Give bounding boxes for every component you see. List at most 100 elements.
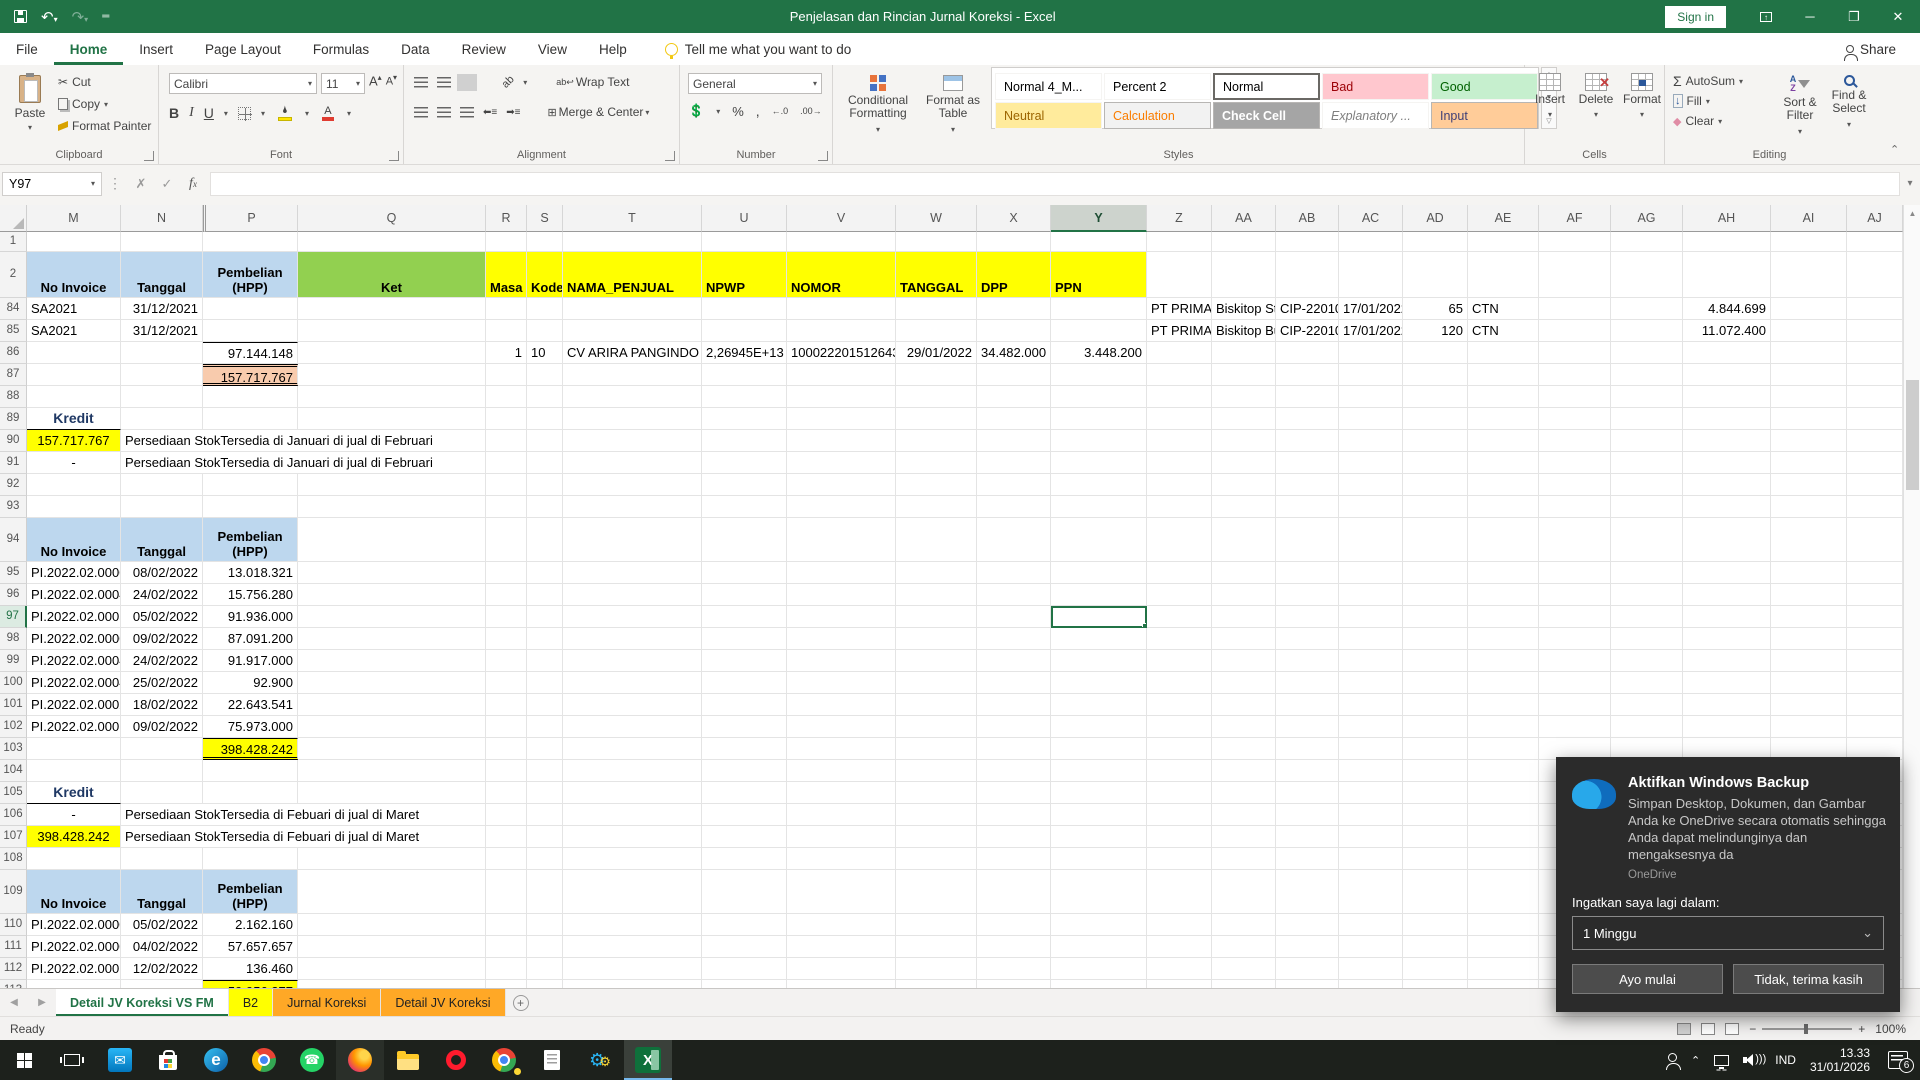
accounting-format-button[interactable]: 💲	[688, 103, 704, 119]
cell-AE97[interactable]	[1468, 606, 1539, 628]
alignment-dialog-launcher[interactable]	[665, 151, 675, 161]
cell-N91[interactable]: Persediaan StokTersedia di Januari di ju…	[121, 452, 486, 474]
cell-AE89[interactable]	[1468, 408, 1539, 430]
cell-W96[interactable]	[896, 584, 977, 606]
cell-AE110[interactable]	[1468, 914, 1539, 936]
cell-X103[interactable]	[977, 738, 1051, 760]
page-break-view-button[interactable]	[1725, 1022, 1740, 1035]
cell-AB87[interactable]	[1276, 364, 1339, 386]
cell-Y110[interactable]	[1051, 914, 1147, 936]
cell-Z1[interactable]	[1147, 232, 1212, 252]
cell-W88[interactable]	[896, 386, 977, 408]
cell-R91[interactable]	[486, 452, 527, 474]
conditional-formatting-button[interactable]: Conditional Formatting ▾	[839, 67, 917, 136]
cell-N88[interactable]	[121, 386, 203, 408]
cell-Q110[interactable]	[298, 914, 486, 936]
column-header-X[interactable]: X	[977, 205, 1051, 232]
delete-cells-button[interactable]: ✕ Delete ▾	[1573, 65, 1619, 121]
cell-V110[interactable]	[787, 914, 896, 936]
align-bottom-button[interactable]	[460, 76, 474, 88]
zoom-out-button[interactable]: −	[1749, 1022, 1756, 1036]
cell-AA103[interactable]	[1212, 738, 1276, 760]
tell-me-box[interactable]: Tell me what you want to do	[664, 42, 851, 59]
row-header-99[interactable]: 99	[0, 650, 27, 672]
cell-U97[interactable]	[702, 606, 787, 628]
cell-S101[interactable]	[527, 694, 563, 716]
cell-P86[interactable]: 97.144.148	[203, 342, 298, 364]
cell-V87[interactable]	[787, 364, 896, 386]
ribbon-display-options-button[interactable]: ↑	[1744, 0, 1788, 33]
cell-V107[interactable]	[787, 826, 896, 848]
cell-AA112[interactable]	[1212, 958, 1276, 980]
cell-AC84[interactable]: 17/01/2022	[1339, 298, 1403, 320]
cell-U92[interactable]	[702, 474, 787, 496]
cell-W92[interactable]	[896, 474, 977, 496]
cell-AA109[interactable]	[1212, 870, 1276, 914]
wrap-text-button[interactable]: ab↩ Wrap Text	[553, 73, 632, 91]
row-header-94[interactable]: 94	[0, 518, 27, 562]
cell-Z112[interactable]	[1147, 958, 1212, 980]
cell-AC89[interactable]	[1339, 408, 1403, 430]
cell-AE90[interactable]	[1468, 430, 1539, 452]
cell-AE2[interactable]	[1468, 252, 1539, 298]
cell-W110[interactable]	[896, 914, 977, 936]
cell-U103[interactable]	[702, 738, 787, 760]
cell-Q92[interactable]	[298, 474, 486, 496]
cell-AB96[interactable]	[1276, 584, 1339, 606]
cell-AF85[interactable]	[1539, 320, 1611, 342]
cell-U101[interactable]	[702, 694, 787, 716]
cell-Y109[interactable]	[1051, 870, 1147, 914]
cell-M112[interactable]: PI.2022.02.00010	[27, 958, 121, 980]
cell-AD92[interactable]	[1403, 474, 1468, 496]
cell-X85[interactable]	[977, 320, 1051, 342]
cell-N113[interactable]	[121, 980, 203, 988]
cell-AB101[interactable]	[1276, 694, 1339, 716]
cell-T109[interactable]	[563, 870, 702, 914]
cell-AB89[interactable]	[1276, 408, 1339, 430]
cell-AD105[interactable]	[1403, 782, 1468, 804]
cell-U99[interactable]	[702, 650, 787, 672]
cell-N109[interactable]: Tanggal	[121, 870, 203, 914]
cell-P88[interactable]	[203, 386, 298, 408]
cell-AF92[interactable]	[1539, 474, 1611, 496]
cell-Y96[interactable]	[1051, 584, 1147, 606]
align-center-button[interactable]	[437, 106, 451, 118]
cell-AD96[interactable]	[1403, 584, 1468, 606]
cell-U89[interactable]	[702, 408, 787, 430]
cell-P110[interactable]: 2.162.160	[203, 914, 298, 936]
clear-button[interactable]: ◆ Clear ▾	[1673, 111, 1743, 131]
cell-X112[interactable]	[977, 958, 1051, 980]
cell-AF98[interactable]	[1539, 628, 1611, 650]
cell-P94[interactable]: Pembelian (HPP)	[203, 518, 298, 562]
taskbar-chrome-icon[interactable]	[240, 1040, 288, 1080]
row-header-110[interactable]: 110	[0, 914, 27, 936]
column-header-Y[interactable]: Y	[1051, 205, 1147, 232]
cell-AI91[interactable]	[1771, 452, 1847, 474]
cell-S105[interactable]	[527, 782, 563, 804]
cell-Y88[interactable]	[1051, 386, 1147, 408]
cell-T113[interactable]	[563, 980, 702, 988]
cell-Y102[interactable]	[1051, 716, 1147, 738]
cell-R92[interactable]	[486, 474, 527, 496]
cell-X109[interactable]	[977, 870, 1051, 914]
row-header-102[interactable]: 102	[0, 716, 27, 738]
sheet-nav-right-icon[interactable]: ▶	[28, 989, 56, 1016]
cell-R110[interactable]	[486, 914, 527, 936]
cell-V84[interactable]	[787, 298, 896, 320]
cell-R98[interactable]	[486, 628, 527, 650]
cell-S95[interactable]	[527, 562, 563, 584]
cell-AE103[interactable]	[1468, 738, 1539, 760]
cell-Y1[interactable]	[1051, 232, 1147, 252]
formula-input[interactable]	[210, 171, 1900, 196]
network-icon[interactable]	[1714, 1054, 1730, 1069]
cell-S107[interactable]	[527, 826, 563, 848]
cell-Y112[interactable]	[1051, 958, 1147, 980]
cell-Z100[interactable]	[1147, 672, 1212, 694]
cell-AD108[interactable]	[1403, 848, 1468, 870]
cell-AD94[interactable]	[1403, 518, 1468, 562]
cell-AI89[interactable]	[1771, 408, 1847, 430]
cell-Z110[interactable]	[1147, 914, 1212, 936]
cell-Q98[interactable]	[298, 628, 486, 650]
cell-AD84[interactable]: 65	[1403, 298, 1468, 320]
cell-AI93[interactable]	[1771, 496, 1847, 518]
